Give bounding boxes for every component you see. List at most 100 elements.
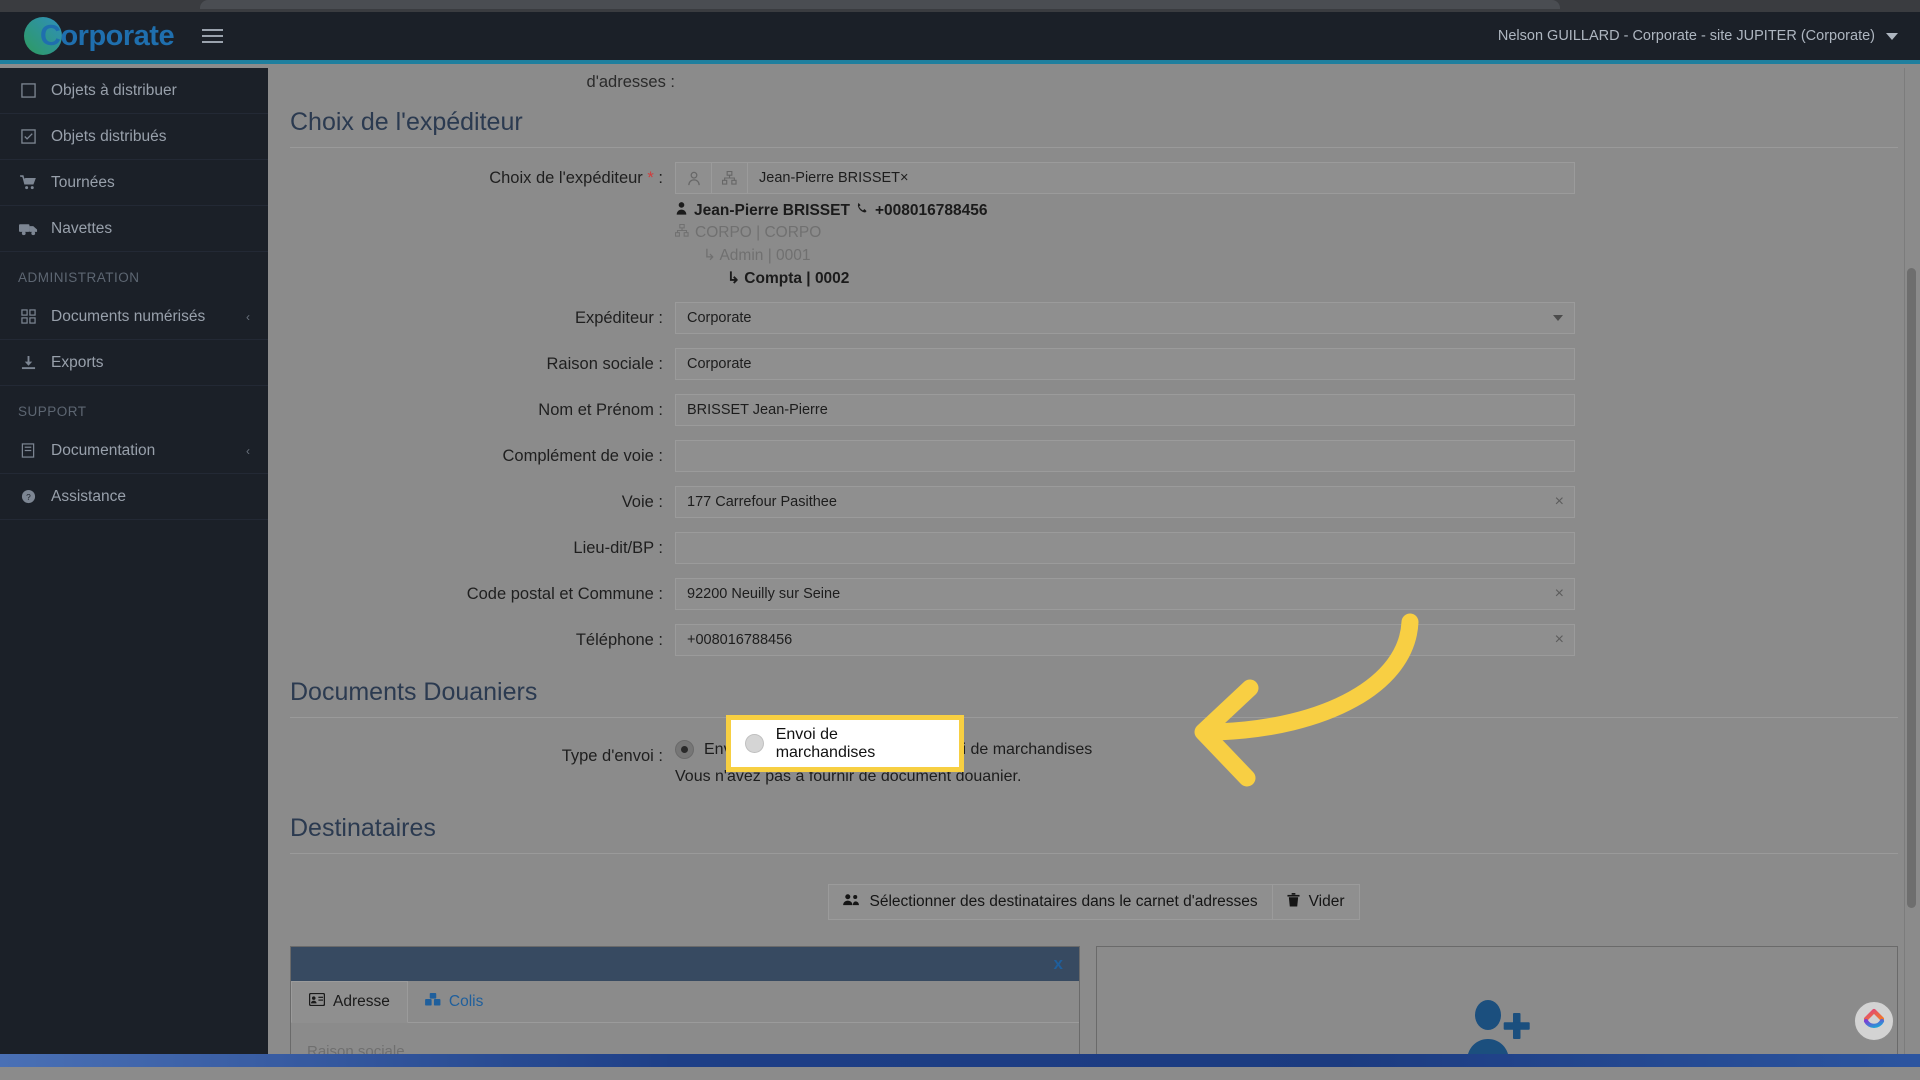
control-telephone: +008016788456 × (675, 624, 1575, 656)
browser-tabstrip[interactable] (200, 0, 1560, 9)
sidebar-item-exports[interactable]: Exports (0, 340, 268, 386)
add-recipient-panel[interactable] (1096, 946, 1898, 1067)
label-expediteur: Expéditeur : (574, 309, 663, 327)
label-voie: Voie : (621, 493, 663, 511)
sender-choice-input-group[interactable]: Jean-Pierre BRISSET × (675, 162, 1575, 194)
divider (290, 717, 1898, 718)
recipient-panels: x Adresse Colis Raison sociale (290, 946, 1898, 1067)
sidebar-item-label: Tournées (51, 173, 115, 191)
address-card-icon (308, 992, 326, 1011)
vertical-scrollbar-track[interactable] (1904, 68, 1920, 1067)
browser-chrome (0, 0, 1920, 12)
person-icon[interactable] (676, 163, 712, 193)
vertical-scrollbar-thumb[interactable] (1907, 268, 1916, 908)
clear-icon[interactable]: × (1555, 494, 1564, 510)
nom-prenom-input[interactable]: BRISSET Jean-Pierre (675, 394, 1575, 426)
control-complement-voie (675, 440, 1575, 472)
sidebar-item-objets-distribues[interactable]: Objets distribués (0, 114, 268, 160)
application-window: Corporate Nelson GUILLARD - Corporate - … (0, 12, 1920, 1067)
assistant-widget-button[interactable] (1854, 1001, 1894, 1041)
recipients-toolbar: Sélectionner des destinataires dans le c… (290, 884, 1898, 920)
label-telephone: Téléphone : (575, 631, 663, 649)
brand[interactable]: Corporate (22, 15, 224, 57)
sidebar-item-label: Objets à distribuer (51, 81, 177, 99)
radio-envoi-documents[interactable] (675, 740, 694, 759)
sidebar-item-tournees[interactable]: Tournées (0, 160, 268, 206)
sitemap-icon (674, 223, 689, 242)
form-row-code-postal: Code postal et Commune : 92200 Neuilly s… (290, 578, 1898, 610)
section-title-sender: Choix de l'expéditeur (290, 108, 523, 136)
checked-square-icon (18, 129, 38, 144)
sender-detail-org: CORPO | CORPO (695, 224, 822, 241)
clear-icon[interactable]: × (1555, 586, 1564, 602)
recipient-card-tabs: Adresse Colis (291, 981, 1079, 1023)
hamburger-icon[interactable] (202, 29, 224, 43)
label-shipment-type: Type d'envoi : (561, 747, 663, 765)
tab-colis[interactable]: Colis (408, 981, 500, 1022)
raison-sociale-input[interactable]: Corporate (675, 348, 1575, 380)
clear-recipients-button[interactable]: Vider (1272, 884, 1360, 920)
highlight-callout-envoi-marchandises[interactable]: Envoi de marchandises (726, 715, 964, 772)
sender-detail-sub2-row: ↳ Compta | 0002 (675, 269, 1575, 288)
sitemap-icon[interactable] (712, 163, 748, 193)
sender-detail-sub1: Admin | 0001 (719, 247, 811, 264)
close-icon[interactable]: x (1054, 954, 1063, 974)
voie-value: 177 Carrefour Pasithee (687, 494, 837, 510)
label-colon: : (658, 169, 663, 187)
clear-icon[interactable]: × (1555, 632, 1564, 648)
code-postal-input[interactable]: 92200 Neuilly sur Seine × (675, 578, 1575, 610)
svg-text:?: ? (26, 492, 31, 502)
main-content: d'adresses : Choix de l'expéditeur Choix… (268, 68, 1920, 1067)
chevron-left-icon: ‹ (246, 309, 250, 324)
select-recipients-button[interactable]: Sélectionner des destinataires dans le c… (828, 884, 1273, 920)
form-row-nom-prenom: Nom et Prénom : BRISSET Jean-Pierre (290, 394, 1898, 426)
bottom-status-bar (0, 1054, 1920, 1067)
user-menu[interactable]: Nelson GUILLARD - Corporate - site JUPIT… (1498, 28, 1898, 44)
sidebar-item-objets-a-distribuer[interactable]: Objets à distribuer (0, 68, 268, 114)
required-marker: * (647, 169, 654, 187)
sidebar-item-label: Assistance (51, 487, 126, 505)
person-icon (675, 201, 688, 220)
expediteur-select[interactable]: Corporate (675, 302, 1575, 334)
sender-detail: Jean-Pierre BRISSET +008016788456 CORPO … (674, 194, 1575, 288)
form-row-complement-voie: Complément de voie : (290, 440, 1898, 472)
brand-name: Corporate (40, 19, 175, 52)
form-row-expediteur: Expéditeur : Corporate (290, 302, 1898, 334)
sidebar-item-navettes[interactable]: Navettes (0, 206, 268, 252)
sidebar-item-label: Exports (51, 353, 104, 371)
sidebar-item-documents-numerises[interactable]: Documents numérisés ‹ (0, 294, 268, 340)
top-navbar: Corporate Nelson GUILLARD - Corporate - … (0, 12, 1920, 64)
form-row-sender-choice: Choix de l'expéditeur * : Jean-Pierre BR… (290, 162, 1898, 288)
clear-icon[interactable]: × (900, 170, 908, 186)
label-raison-sociale: Raison sociale : (546, 355, 663, 373)
arrow-turn-icon: ↳ (727, 270, 745, 287)
sender-choice-field[interactable]: Jean-Pierre BRISSET × (748, 163, 1574, 193)
control-sender-choice: Jean-Pierre BRISSET × Jean-Pierre BRISSE… (674, 162, 1575, 288)
telephone-input[interactable]: +008016788456 × (675, 624, 1575, 656)
phone-icon (856, 202, 869, 220)
form-row-lieu-dit: Lieu-dit/BP : (290, 532, 1898, 564)
lieu-dit-input[interactable] (675, 532, 1575, 564)
boxes-icon (424, 992, 441, 1011)
section-title-customs: Documents Douaniers (290, 678, 538, 706)
sidebar-section-administration: ADMINISTRATION (18, 270, 140, 285)
radio-envoi-marchandises-highlighted[interactable] (745, 734, 764, 753)
voie-input[interactable]: 177 Carrefour Pasithee × (675, 486, 1575, 518)
partial-address-book-label: d'adresses : (586, 73, 675, 91)
user-menu-label: Nelson GUILLARD - Corporate - site JUPIT… (1497, 28, 1875, 44)
sidebar-item-documentation[interactable]: Documentation ‹ (0, 428, 268, 474)
telephone-value: +008016788456 (687, 632, 793, 648)
form-row-telephone: Téléphone : +008016788456 × (290, 624, 1898, 656)
sidebar-item-assistance[interactable]: ? Assistance (0, 474, 268, 520)
complement-voie-input[interactable] (675, 440, 1575, 472)
section-title-recipients: Destinataires (290, 814, 436, 842)
square-icon (18, 83, 38, 98)
book-icon (18, 443, 38, 458)
tab-adresse[interactable]: Adresse (291, 981, 408, 1023)
code-postal-value: 92200 Neuilly sur Seine (687, 586, 841, 602)
truck-icon (18, 222, 38, 236)
grid-icon (18, 309, 38, 324)
sender-detail-phone: +008016788456 (874, 201, 988, 219)
sender-detail-sub2: Compta | 0002 (744, 270, 850, 287)
sender-detail-name: Jean-Pierre BRISSET (694, 201, 850, 219)
